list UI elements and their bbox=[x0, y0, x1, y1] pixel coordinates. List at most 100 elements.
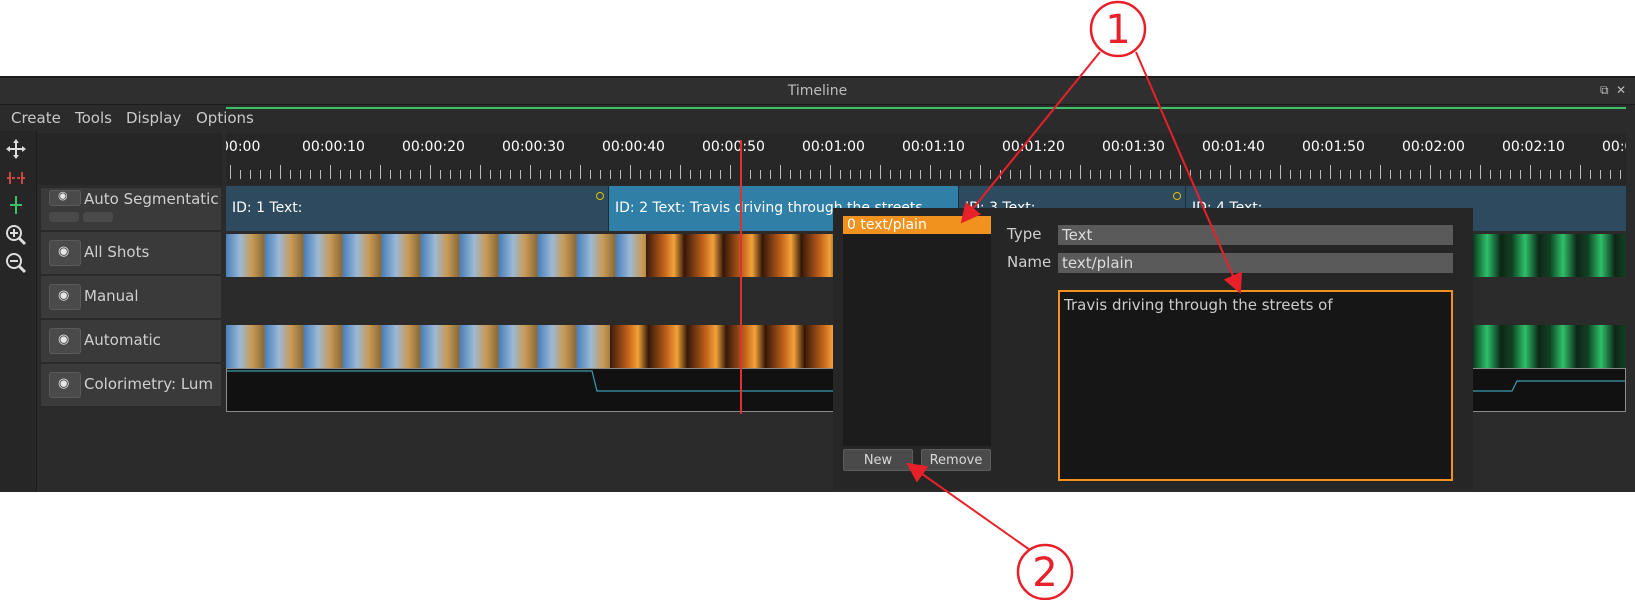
ruler-tick bbox=[780, 165, 781, 179]
ruler-tick bbox=[290, 170, 291, 179]
eye-icon[interactable]: ◉ bbox=[49, 189, 81, 206]
ruler-tick bbox=[600, 170, 601, 179]
eye-icon[interactable]: ◉ bbox=[49, 328, 81, 354]
ruler-tick bbox=[580, 165, 581, 179]
ruler-tick bbox=[970, 170, 971, 179]
restore-icon[interactable]: ⧉ bbox=[1600, 84, 1609, 96]
ruler-time-label: 00:0 bbox=[1602, 139, 1626, 155]
eye-icon[interactable]: ◉ bbox=[49, 372, 81, 398]
callout-circle-2 bbox=[1016, 543, 1074, 600]
ruler-tick bbox=[480, 165, 481, 179]
ruler-tick bbox=[670, 170, 671, 179]
ruler-tick bbox=[690, 170, 691, 179]
ruler-baseline bbox=[226, 107, 1626, 109]
ruler-tick bbox=[1100, 170, 1101, 179]
ruler-time-label: 00:01:50 bbox=[1302, 139, 1365, 155]
ruler-tick bbox=[1500, 170, 1501, 179]
remove-button[interactable]: Remove bbox=[921, 449, 991, 471]
ruler-tick bbox=[900, 170, 901, 179]
ruler-tick bbox=[460, 170, 461, 179]
ruler-tick bbox=[430, 165, 431, 179]
ruler-tick bbox=[930, 165, 931, 179]
ruler-time-label: 00:01:40 bbox=[1202, 139, 1265, 155]
ruler-tick bbox=[530, 165, 531, 179]
ruler-tick bbox=[730, 165, 731, 179]
ruler-tick bbox=[300, 170, 301, 179]
menu-display[interactable]: Display bbox=[126, 109, 181, 127]
type-field[interactable]: Text bbox=[1058, 225, 1453, 245]
callout-circle-1 bbox=[1089, 0, 1147, 58]
ruler-tick bbox=[1010, 170, 1011, 179]
ruler-tick bbox=[1210, 170, 1211, 179]
playhead[interactable] bbox=[740, 140, 742, 414]
ruler-tick bbox=[400, 170, 401, 179]
ruler-tick bbox=[640, 170, 641, 179]
ruler-tick bbox=[1310, 170, 1311, 179]
move-icon[interactable] bbox=[4, 137, 28, 161]
ruler-tick bbox=[1060, 170, 1061, 179]
ruler-time-label: 00:01:20 bbox=[1002, 139, 1065, 155]
ruler-tick bbox=[1200, 170, 1201, 179]
ruler-tick bbox=[1510, 170, 1511, 179]
ruler-tick bbox=[1020, 170, 1021, 179]
zoom-out-icon[interactable] bbox=[4, 251, 28, 275]
ruler-tick bbox=[1330, 165, 1331, 179]
ruler-tick bbox=[1160, 170, 1161, 179]
ruler-tick bbox=[450, 170, 451, 179]
ruler-tick bbox=[1040, 170, 1041, 179]
ruler-tick bbox=[380, 165, 381, 179]
split-icon[interactable] bbox=[4, 166, 28, 190]
ruler-tick bbox=[550, 170, 551, 179]
menu-options[interactable]: Options bbox=[196, 109, 254, 127]
ruler-tick bbox=[860, 170, 861, 179]
ruler-tick bbox=[520, 170, 521, 179]
annotation-list[interactable]: 0 text/plain bbox=[843, 216, 991, 446]
ruler-tick bbox=[630, 165, 631, 179]
ruler-tick bbox=[470, 170, 471, 179]
ruler-tick bbox=[1120, 170, 1121, 179]
ruler-tick bbox=[420, 170, 421, 179]
ruler-tick bbox=[830, 165, 831, 179]
ruler-time-label: 00:00:30 bbox=[502, 139, 565, 155]
ruler-tick bbox=[700, 170, 701, 179]
track-header-all-shots: ◉ All Shots bbox=[41, 232, 221, 275]
ruler-tick bbox=[280, 165, 281, 179]
ruler-tick bbox=[890, 170, 891, 179]
ruler-tick bbox=[560, 170, 561, 179]
segment-1[interactable]: ID: 1 Text: bbox=[226, 186, 609, 231]
ruler-tick bbox=[1600, 170, 1601, 179]
time-ruler[interactable]: 00:00 00:00:10 00:00:20 00:00:30 00:00:40 00:… bbox=[226, 133, 1626, 185]
callout-number-1: 1 bbox=[1105, 7, 1130, 53]
list-item[interactable]: 0 text/plain bbox=[843, 216, 991, 234]
ruler-tick bbox=[960, 170, 961, 179]
ruler-tick bbox=[910, 170, 911, 179]
ruler-tick bbox=[1480, 165, 1481, 179]
lock-icon[interactable] bbox=[49, 212, 79, 222]
segment-text: ID: 1 Text: bbox=[232, 200, 303, 216]
track-name: Automatic bbox=[84, 331, 161, 349]
ruler-tick bbox=[1080, 165, 1081, 179]
ruler-tick bbox=[370, 170, 371, 179]
ruler-tick bbox=[950, 170, 951, 179]
ruler-tick bbox=[230, 165, 231, 179]
name-field[interactable]: text/plain bbox=[1058, 253, 1453, 273]
close-icon[interactable]: ✕ bbox=[1616, 84, 1626, 96]
checkbox-icon[interactable] bbox=[83, 212, 113, 222]
content-textarea[interactable]: Travis driving through the streets of bbox=[1058, 290, 1453, 481]
menu-create[interactable]: Create bbox=[11, 109, 61, 127]
ruler-tick bbox=[490, 170, 491, 179]
ruler-tick bbox=[1230, 165, 1231, 179]
ruler-tick bbox=[1070, 170, 1071, 179]
ruler-tick bbox=[810, 170, 811, 179]
zoom-in-icon[interactable] bbox=[4, 223, 28, 247]
eye-icon[interactable]: ◉ bbox=[49, 284, 81, 310]
add-marker-icon[interactable] bbox=[4, 193, 28, 217]
ruler-tick bbox=[1460, 170, 1461, 179]
menu-tools[interactable]: Tools bbox=[75, 109, 112, 127]
new-button[interactable]: New bbox=[843, 449, 913, 471]
thumbnail-strip bbox=[1473, 234, 1626, 277]
marker-icon bbox=[596, 192, 604, 200]
thumbnail-strip bbox=[226, 234, 646, 277]
eye-icon[interactable]: ◉ bbox=[49, 240, 81, 266]
ruler-tick bbox=[1000, 170, 1001, 179]
